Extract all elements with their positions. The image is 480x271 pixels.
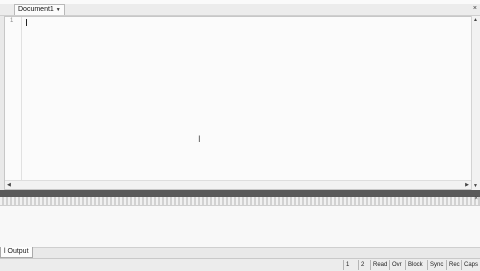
- close-document-icon[interactable]: ×: [473, 4, 477, 14]
- output-panel-grip[interactable]: ×: [0, 196, 480, 205]
- editor-area[interactable]: 1 I: [4, 16, 473, 190]
- horizontal-scrollbar[interactable]: ◀ ▶: [5, 180, 471, 189]
- status-ovr: Ovr: [389, 260, 406, 270]
- output-panel[interactable]: [0, 205, 480, 248]
- status-bar: 1 2 Read Ovr Block Sync Rec Caps: [0, 258, 480, 271]
- scroll-down-icon[interactable]: ▼: [473, 183, 478, 189]
- scroll-up-icon[interactable]: ▲: [473, 17, 478, 23]
- close-panel-icon[interactable]: ×: [474, 196, 478, 202]
- scroll-right-icon[interactable]: ▶: [465, 181, 469, 189]
- chevron-down-icon[interactable]: ▼: [56, 5, 61, 15]
- output-tab[interactable]: l Output: [0, 247, 33, 258]
- status-sync: Sync: [427, 260, 447, 270]
- document-tab-label: Document1: [18, 6, 54, 13]
- line-number-gutter: 1: [5, 17, 22, 181]
- panel-splitter[interactable]: [0, 190, 480, 197]
- line-number: 1: [10, 18, 14, 24]
- text-cursor-icon: I: [198, 135, 201, 145]
- status-read: Read: [370, 260, 390, 270]
- status-rec: Rec: [446, 260, 462, 270]
- status-caps: Caps: [461, 260, 480, 270]
- document-tab[interactable]: Document1 ▼: [14, 4, 65, 15]
- vertical-scrollbar[interactable]: ▲ ▼: [471, 16, 480, 190]
- document-tab-bar: Document1 ▼ ×: [0, 4, 480, 16]
- scroll-left-icon[interactable]: ◀: [7, 181, 11, 189]
- status-block: Block: [405, 260, 428, 270]
- status-line: 1: [343, 260, 359, 270]
- text-caret: [26, 19, 27, 26]
